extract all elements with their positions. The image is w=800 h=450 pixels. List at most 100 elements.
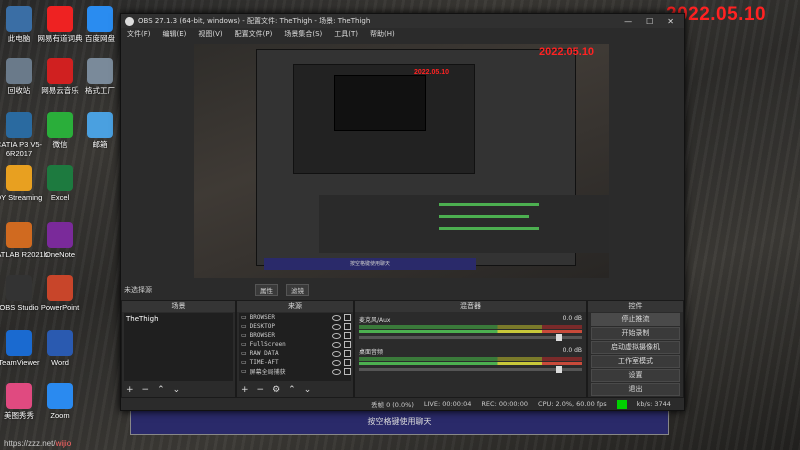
move-up-icon[interactable]: ⌃: [157, 385, 165, 395]
app-icon: [47, 383, 73, 409]
source-label: 屏幕全局捕获: [249, 369, 286, 376]
app-icon: [6, 275, 32, 301]
scenes-dock: 场景 TheThigh + − ⌃ ⌄: [121, 300, 236, 398]
source-item[interactable]: ▭ BROWSER: [239, 331, 351, 340]
app-icon: [6, 165, 32, 191]
obs-window[interactable]: OBS 27.1.3 (64-bit, windows) - 配置文件: The…: [120, 13, 685, 411]
eye-icon[interactable]: [332, 368, 341, 375]
desktop-icon[interactable]: Zoom: [30, 383, 90, 420]
desktop-icon-label: Excel: [50, 193, 70, 202]
menu-item[interactable]: 视图(V): [198, 29, 222, 39]
lock-icon[interactable]: [344, 359, 351, 366]
lock-icon[interactable]: [344, 350, 351, 357]
desktop-icon[interactable]: Word: [30, 330, 90, 367]
source-item[interactable]: ▭ RAW DATA: [239, 349, 351, 358]
control-button[interactable]: 设置: [591, 369, 680, 382]
desktop-icon-label: Zoom: [50, 411, 70, 420]
source-type-icon: ▭: [241, 314, 247, 321]
level-meter: [359, 330, 582, 333]
close-icon[interactable]: ✕: [667, 17, 674, 26]
minimize-icon[interactable]: —: [624, 17, 632, 26]
volume-slider[interactable]: [359, 366, 582, 373]
eye-icon[interactable]: [332, 323, 341, 330]
source-label: BROWSER: [249, 314, 275, 321]
mixer-track-mic: 麦克风/Aux 0.0 dB: [359, 315, 582, 341]
preview-stamp: 2022.05.10: [539, 46, 595, 58]
volume-slider[interactable]: [359, 334, 582, 341]
filters-button[interactable]: 滤镜: [286, 283, 309, 296]
source-item[interactable]: ▭ DESKTOP: [239, 322, 351, 331]
level-meter: [359, 357, 582, 361]
app-icon: [6, 222, 32, 248]
move-up-icon[interactable]: ⌃: [288, 385, 296, 395]
properties-button[interactable]: 属性: [255, 283, 278, 296]
add-scene-icon[interactable]: +: [126, 385, 134, 395]
menu-item[interactable]: 配置文件(P): [235, 29, 273, 39]
scenes-header: 场景: [122, 301, 235, 312]
source-item[interactable]: ▭ BROWSER: [239, 313, 351, 322]
control-button[interactable]: 停止推流: [591, 313, 680, 326]
lock-icon[interactable]: [344, 368, 351, 375]
source-item[interactable]: ▭ TIME-AFT: [239, 358, 351, 367]
lock-icon[interactable]: [344, 323, 351, 330]
move-down-icon[interactable]: ⌄: [173, 385, 181, 395]
lock-icon[interactable]: [344, 314, 351, 321]
rec-time: REC: 00:00:00: [481, 400, 529, 408]
eye-icon[interactable]: [332, 341, 341, 348]
scene-item[interactable]: TheThigh: [124, 313, 233, 325]
source-item[interactable]: ▭ 屏幕全局捕获: [239, 367, 351, 376]
source-type-icon: ▭: [241, 350, 247, 357]
preview-bottom-strip: 按空格键使用聊天: [264, 258, 476, 270]
sources-header: 来源: [237, 301, 353, 312]
control-button[interactable]: 工作室模式: [591, 355, 680, 368]
menu-item[interactable]: 编辑(E): [163, 29, 187, 39]
controls-dock: 控件 停止推流 开始录制 启动虚拟摄像机 工作室模式 设置 退出: [587, 300, 684, 398]
menu-item[interactable]: 帮助(H): [370, 29, 395, 39]
source-label: RAW DATA: [249, 350, 279, 357]
title-bar: OBS 27.1.3 (64-bit, windows) - 配置文件: The…: [121, 14, 684, 28]
eye-icon[interactable]: [332, 314, 341, 321]
source-item[interactable]: ▭ FullScreen: [239, 340, 351, 349]
nested-preview-2: [334, 75, 426, 131]
remove-source-icon[interactable]: −: [257, 385, 265, 395]
desktop-icon-label: PowerPoint: [40, 303, 80, 312]
desktop-icon[interactable]: OneNote: [30, 222, 90, 259]
preview-canvas[interactable]: 2022.05.10 2022.05.10 按空格键使用聊天: [194, 44, 609, 278]
menu-item[interactable]: 工具(T): [334, 29, 358, 39]
remove-scene-icon[interactable]: −: [142, 385, 150, 395]
control-button[interactable]: 开始录制: [591, 327, 680, 340]
control-button[interactable]: 退出: [591, 383, 680, 396]
desktop-icon[interactable]: PowerPoint: [30, 275, 90, 312]
app-icon: [6, 58, 32, 84]
track-name: 麦克风/Aux: [359, 317, 391, 324]
menu-item[interactable]: 场景集合(S): [284, 29, 322, 39]
sources-footer: + − ⚙ ⌃ ⌄: [241, 385, 311, 395]
window-title: OBS 27.1.3 (64-bit, windows) - 配置文件: The…: [138, 17, 371, 25]
eye-icon[interactable]: [332, 359, 341, 366]
desktop-icon[interactable]: Excel: [30, 165, 90, 202]
app-icon: [47, 165, 73, 191]
nested-preview: 2022.05.10: [293, 64, 475, 174]
desktop-icon-label: OneNote: [44, 250, 76, 259]
app-icon: [47, 275, 73, 301]
mixer-track-desktop: 桌面音频 0.0 dB: [359, 347, 582, 373]
eye-icon[interactable]: [332, 350, 341, 357]
maximize-icon[interactable]: ☐: [646, 17, 653, 26]
mixer-dock: 混音器 麦克风/Aux 0.0 dB 桌面音频 0.0 dB: [354, 300, 587, 398]
app-icon: [87, 112, 113, 138]
add-source-icon[interactable]: +: [241, 385, 249, 395]
source-type-icon: ▭: [241, 359, 247, 366]
mixer-header: 混音器: [355, 301, 586, 312]
source-toolbar: 未选择源 属性 滤镜: [121, 283, 687, 296]
menu-item[interactable]: 文件(F): [127, 29, 151, 39]
gear-icon[interactable]: ⚙: [272, 385, 280, 395]
move-down-icon[interactable]: ⌄: [304, 385, 312, 395]
source-type-icon: ▭: [241, 323, 247, 330]
control-button[interactable]: 启动虚拟摄像机: [591, 341, 680, 354]
level-meter: [359, 325, 582, 329]
url-watermark: https://zzz.net/wijio: [4, 439, 72, 448]
eye-icon[interactable]: [332, 332, 341, 339]
lock-icon[interactable]: [344, 341, 351, 348]
lock-icon[interactable]: [344, 332, 351, 339]
cpu-fps: CPU: 2.0%, 60.00 fps: [538, 400, 607, 408]
